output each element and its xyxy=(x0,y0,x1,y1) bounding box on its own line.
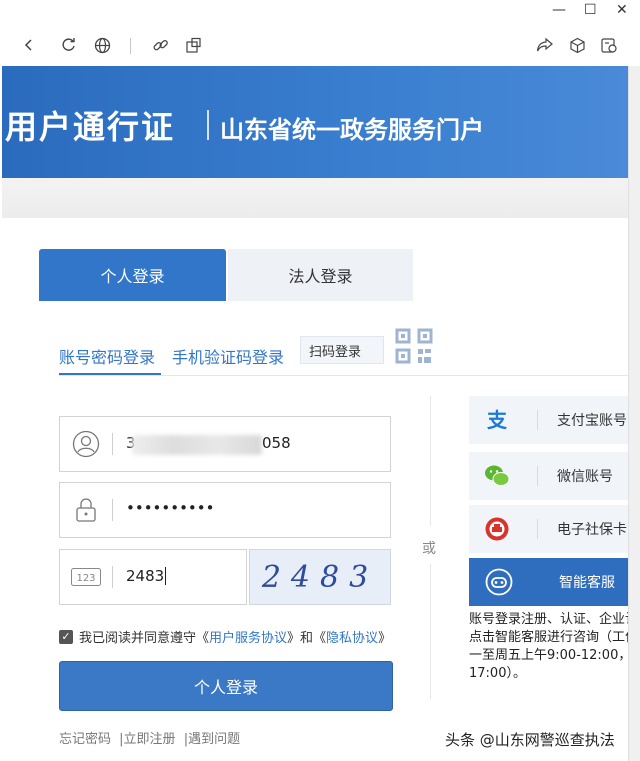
svg-text:123: 123 xyxy=(76,573,95,584)
register-link[interactable]: |立即注册 xyxy=(119,732,175,747)
watermark: 头条 @山东网警巡查执法 xyxy=(445,729,615,750)
or-label: 或 xyxy=(422,541,436,557)
tab-legal-login[interactable]: 法人登录 xyxy=(228,249,413,301)
lock-icon xyxy=(60,483,112,537)
alipay-login[interactable]: 支 支付宝账号 xyxy=(469,396,628,444)
back-icon[interactable] xyxy=(18,34,40,56)
banner-shadow xyxy=(2,178,628,218)
agreement-row: ✓ 我已阅读并同意遵守《 用户服务协议 》和《 隐私协议 》 xyxy=(59,627,391,646)
footer-links: 忘记密码 |立即注册 |遇到问题 xyxy=(59,728,244,747)
screenshot-icon[interactable] xyxy=(182,34,204,56)
redacted-blur xyxy=(132,435,262,455)
cube-icon[interactable] xyxy=(566,34,588,56)
refresh-icon[interactable] xyxy=(58,34,80,56)
privacy-link[interactable]: 隐私协议 xyxy=(326,627,378,646)
scan-login-button[interactable]: 扫码登录 xyxy=(300,336,384,364)
password-field[interactable]: •••••••••• xyxy=(59,482,391,538)
subtab-divider xyxy=(59,375,628,376)
wechat-label: 微信账号 xyxy=(557,469,613,485)
password-value: •••••••••• xyxy=(126,499,215,517)
robot-icon xyxy=(485,568,513,596)
agreement-mid: 》和《 xyxy=(287,631,327,646)
maximize-button[interactable]: ☐ xyxy=(584,2,597,18)
user-icon xyxy=(60,417,112,471)
agreement-suffix: 》 xyxy=(378,631,392,646)
close-button[interactable]: ✕ xyxy=(616,2,628,18)
problem-link[interactable]: |遇到问题 xyxy=(184,732,240,747)
account-field[interactable]: 3 058 xyxy=(59,416,391,472)
svg-text:支: 支 xyxy=(487,409,508,431)
smart-service-label: 智能客服 xyxy=(559,575,615,591)
agreement-checkbox[interactable]: ✓ xyxy=(59,629,73,644)
captcha-input[interactable]: 2483 xyxy=(126,567,167,585)
toolbar-separator xyxy=(130,38,131,54)
forgot-password-link[interactable]: 忘记密码 xyxy=(59,732,111,747)
captcha-image[interactable]: 2483 xyxy=(249,549,391,605)
or-divider-bottom xyxy=(430,564,431,699)
link-icon[interactable] xyxy=(149,34,171,56)
field-divider xyxy=(112,433,113,455)
or-divider-top xyxy=(430,396,431,526)
browser-toolbar xyxy=(0,26,640,66)
portal-name: 山东省统一政务服务门户 xyxy=(220,116,484,144)
vertical-scrollbar[interactable] xyxy=(628,66,640,761)
agreement-prefix: 我已阅读并同意遵守《 xyxy=(79,631,210,646)
subtab-sms-login[interactable]: 手机验证码登录 xyxy=(172,344,284,368)
note-line: 账号登录注册、认证、企业认 xyxy=(469,612,628,627)
service-note: 账号登录注册、认证、企业认 点击智能客服进行咨询（工作 一至周五上午9:00-1… xyxy=(469,611,628,683)
field-divider xyxy=(112,566,113,588)
captcha-field[interactable]: 123 2483 xyxy=(59,549,247,605)
note-line: 点击智能客服进行咨询（工作 xyxy=(469,630,628,645)
share-icon[interactable] xyxy=(534,34,556,56)
subtab-password-login[interactable]: 账号密码登录 xyxy=(59,344,155,368)
captcha-123-icon: 123 xyxy=(60,550,112,604)
banner-divider xyxy=(207,110,209,140)
field-divider xyxy=(112,499,113,521)
wechat-icon xyxy=(483,463,511,489)
account-suffix: 058 xyxy=(262,434,291,452)
social-security-card-icon xyxy=(483,516,511,542)
alipay-icon: 支 xyxy=(483,407,511,433)
header-banner: 用户通行证 山东省统一政务服务门户 xyxy=(2,66,628,178)
web-page: 用户通行证 山东省统一政务服务门户 个人登录 法人登录 账号密码登录 手机验证码… xyxy=(2,66,628,761)
alipay-label: 支付宝账号 xyxy=(557,413,627,429)
extension-icon[interactable] xyxy=(598,34,620,56)
user-agreement-link[interactable]: 用户服务协议 xyxy=(209,627,287,646)
personal-login-button[interactable]: 个人登录 xyxy=(59,661,393,711)
qr-code-icon[interactable] xyxy=(394,327,434,365)
minimize-button[interactable]: — xyxy=(552,2,566,18)
globe-icon[interactable] xyxy=(91,34,113,56)
note-line: 一至周五上午9:00-12:00，下 xyxy=(469,648,628,663)
item-divider xyxy=(537,519,538,539)
item-divider xyxy=(537,466,538,486)
social-card-login[interactable]: 电子社保卡 xyxy=(469,505,628,553)
item-divider xyxy=(537,410,538,430)
wechat-login[interactable]: 微信账号 xyxy=(469,452,628,500)
note-line: 17:00）。 xyxy=(469,666,526,681)
tab-personal-login[interactable]: 个人登录 xyxy=(39,249,226,301)
page-title: 用户通行证 xyxy=(5,108,176,146)
smart-service-button[interactable]: 智能客服 xyxy=(469,558,628,606)
social-card-label: 电子社保卡 xyxy=(557,522,627,538)
